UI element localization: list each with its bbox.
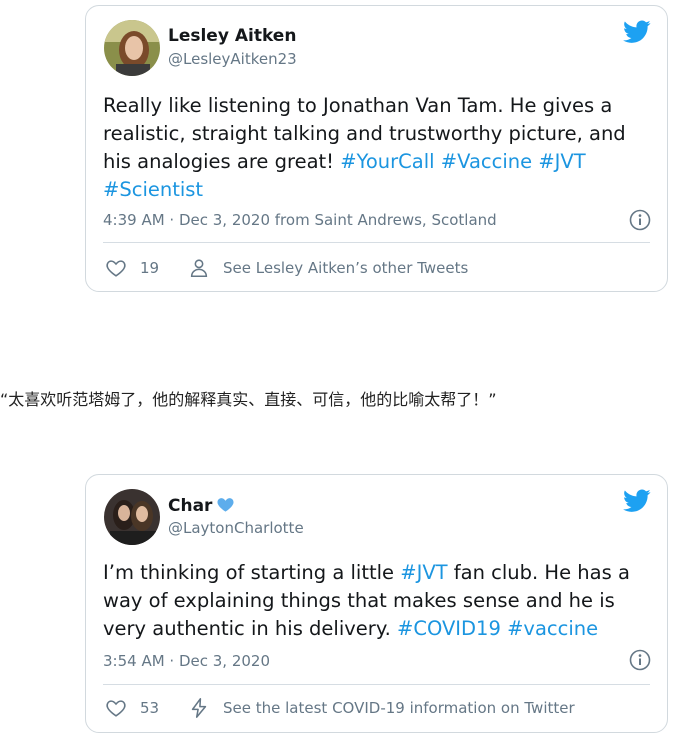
- twitter-bird-icon[interactable]: [623, 489, 651, 513]
- like-count[interactable]: 19: [140, 259, 159, 277]
- hashtag-link[interactable]: #Vaccine: [441, 150, 532, 173]
- tweet-card[interactable]: Lesley Aitken @LesleyAitken23 Really lik…: [85, 5, 668, 292]
- author-name[interactable]: Lesley Aitken: [168, 26, 296, 46]
- tweet-text: Really like listening to Jonathan Van Ta…: [103, 92, 633, 204]
- twitter-bird-icon[interactable]: [623, 20, 651, 44]
- hashtag-link[interactable]: #vaccine: [507, 617, 598, 640]
- lightning-icon[interactable]: [188, 697, 210, 719]
- author-handle[interactable]: @LesleyAitken23: [168, 50, 297, 68]
- hashtag-link[interactable]: #JVT: [400, 561, 447, 584]
- tweet-actions: 19 See Lesley Aitken’s other Tweets: [103, 256, 650, 282]
- tweet-text: I’m thinking of starting a little #JVT f…: [103, 559, 633, 643]
- author-name[interactable]: Char: [168, 495, 235, 516]
- like-count[interactable]: 53: [140, 699, 159, 717]
- divider: [103, 684, 650, 685]
- heart-emoji-icon: [217, 498, 234, 512]
- tweet-actions: 53 See the latest COVID-19 information o…: [103, 696, 650, 722]
- tweet-text-segment: I’m thinking of starting a little: [103, 561, 401, 584]
- author-name-text[interactable]: Char: [168, 496, 212, 516]
- hashtag-link[interactable]: #Scientist: [103, 178, 203, 201]
- translation-quote: “太喜欢听范塔姆了，他的解释真实、直接、可信，他的比喻太帮了！”: [0, 390, 497, 409]
- person-icon[interactable]: [188, 257, 210, 279]
- tweet-timestamp[interactable]: 3:54 AM · Dec 3, 2020: [103, 652, 270, 670]
- hashtag-link[interactable]: #COVID19: [397, 617, 501, 640]
- info-icon[interactable]: [629, 209, 651, 231]
- avatar[interactable]: [104, 489, 160, 545]
- covid-info-link[interactable]: See the latest COVID-19 information on T…: [223, 699, 575, 717]
- tweet-card[interactable]: Char @LaytonCharlotte I’m thinking of st…: [85, 474, 668, 733]
- heart-icon[interactable]: [105, 257, 127, 279]
- heart-icon[interactable]: [105, 697, 127, 719]
- hashtag-link[interactable]: #JVT: [538, 150, 585, 173]
- info-icon[interactable]: [629, 649, 651, 671]
- author-handle[interactable]: @LaytonCharlotte: [168, 519, 304, 537]
- divider: [103, 242, 650, 243]
- see-other-tweets-link[interactable]: See Lesley Aitken’s other Tweets: [223, 259, 468, 277]
- avatar[interactable]: [104, 20, 160, 76]
- hashtag-link[interactable]: #YourCall: [340, 150, 434, 173]
- tweet-timestamp[interactable]: 4:39 AM · Dec 3, 2020 from Saint Andrews…: [103, 211, 497, 229]
